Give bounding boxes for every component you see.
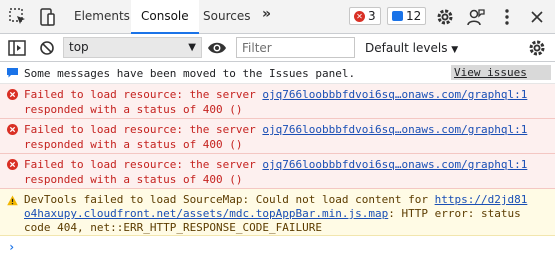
console-warning-message: DevTools failed to load SourceMap: Could… <box>0 189 555 236</box>
console-messages: Some messages have been moved to the Iss… <box>0 62 555 257</box>
view-issues-button[interactable]: View issues <box>451 65 551 80</box>
issues-count-badge[interactable]: 12 <box>387 7 427 25</box>
error-text-line2: responded with a status of 400 () <box>24 103 243 116</box>
settings-gear-icon[interactable] <box>435 7 455 27</box>
warning-icon <box>7 195 18 206</box>
warning-text-line2: : HTTP error: status <box>388 207 521 220</box>
devtools-tab-bar: Elements Console Sources » ✕ 3 12 <box>0 0 555 34</box>
tab-elements[interactable]: Elements <box>74 0 130 33</box>
error-text: Failed to load resource: the server <box>24 88 263 101</box>
error-icon <box>7 124 18 135</box>
clear-console-icon[interactable] <box>37 38 57 58</box>
filter-input[interactable] <box>236 37 355 58</box>
log-levels-dropdown[interactable]: Default levels ▼ <box>365 41 458 55</box>
error-icon <box>7 89 18 100</box>
device-toolbar-icon[interactable] <box>37 7 57 27</box>
chevron-down-icon: ▼ <box>188 42 196 53</box>
console-settings-gear-icon[interactable] <box>527 38 547 58</box>
chevron-down-icon: ▼ <box>451 45 459 55</box>
error-source-link[interactable]: ojq766loobbbfdvoi6sq…onaws.com/graphql:1 <box>262 158 527 171</box>
close-icon[interactable] <box>527 7 547 27</box>
console-toolbar: top ▼ Default levels ▼ <box>0 34 555 62</box>
sourcemap-link-part2[interactable]: o4haxupy.cloudfront.net/assets/mdc.topAp… <box>24 207 388 220</box>
live-expression-eye-icon[interactable] <box>207 38 227 58</box>
issues-icon <box>392 11 403 21</box>
warning-text: DevTools failed to load SourceMap: Could… <box>24 193 435 206</box>
console-error-message: Failed to load resource: the server ojq7… <box>0 84 555 119</box>
console-prompt-chevron-icon[interactable]: › <box>8 240 15 254</box>
error-icon <box>7 159 18 170</box>
error-source-link[interactable]: ojq766loobbbfdvoi6sq…onaws.com/graphql:1 <box>262 88 527 101</box>
console-info-message: Some messages have been moved to the Iss… <box>0 62 555 84</box>
feedback-icon[interactable] <box>466 7 486 27</box>
more-options-icon[interactable] <box>497 7 517 27</box>
error-source-link[interactable]: ojq766loobbbfdvoi6sq…onaws.com/graphql:1 <box>262 123 527 136</box>
error-text-line2: responded with a status of 400 () <box>24 173 243 186</box>
info-message-text: Some messages have been moved to the Iss… <box>24 67 356 80</box>
error-text-line2: responded with a status of 400 () <box>24 138 243 151</box>
inspect-element-icon[interactable] <box>8 7 28 27</box>
context-value: top <box>69 40 89 54</box>
error-text: Failed to load resource: the server <box>24 123 263 136</box>
tab-sources[interactable]: Sources <box>203 0 250 33</box>
console-error-message: Failed to load resource: the server ojq7… <box>0 154 555 189</box>
warning-text-line3: code 404, net::ERR_HTTP_RESPONSE_CODE_FA… <box>24 221 323 234</box>
error-icon: ✕ <box>354 10 365 22</box>
log-levels-label: Default levels <box>365 41 448 55</box>
message-icon <box>7 68 18 78</box>
tab-console[interactable]: Console <box>131 0 199 34</box>
more-tabs-button[interactable]: » <box>262 6 271 22</box>
console-error-message: Failed to load resource: the server ojq7… <box>0 119 555 154</box>
sidebar-toggle-icon[interactable] <box>7 38 27 58</box>
sourcemap-link-part1[interactable]: https://d2jd81 <box>435 193 528 206</box>
error-count: 3 <box>368 9 376 23</box>
error-count-badge[interactable]: ✕ 3 <box>349 7 381 25</box>
error-text: Failed to load resource: the server <box>24 158 263 171</box>
issues-count: 12 <box>406 9 422 23</box>
context-selector[interactable]: top ▼ <box>63 37 202 58</box>
